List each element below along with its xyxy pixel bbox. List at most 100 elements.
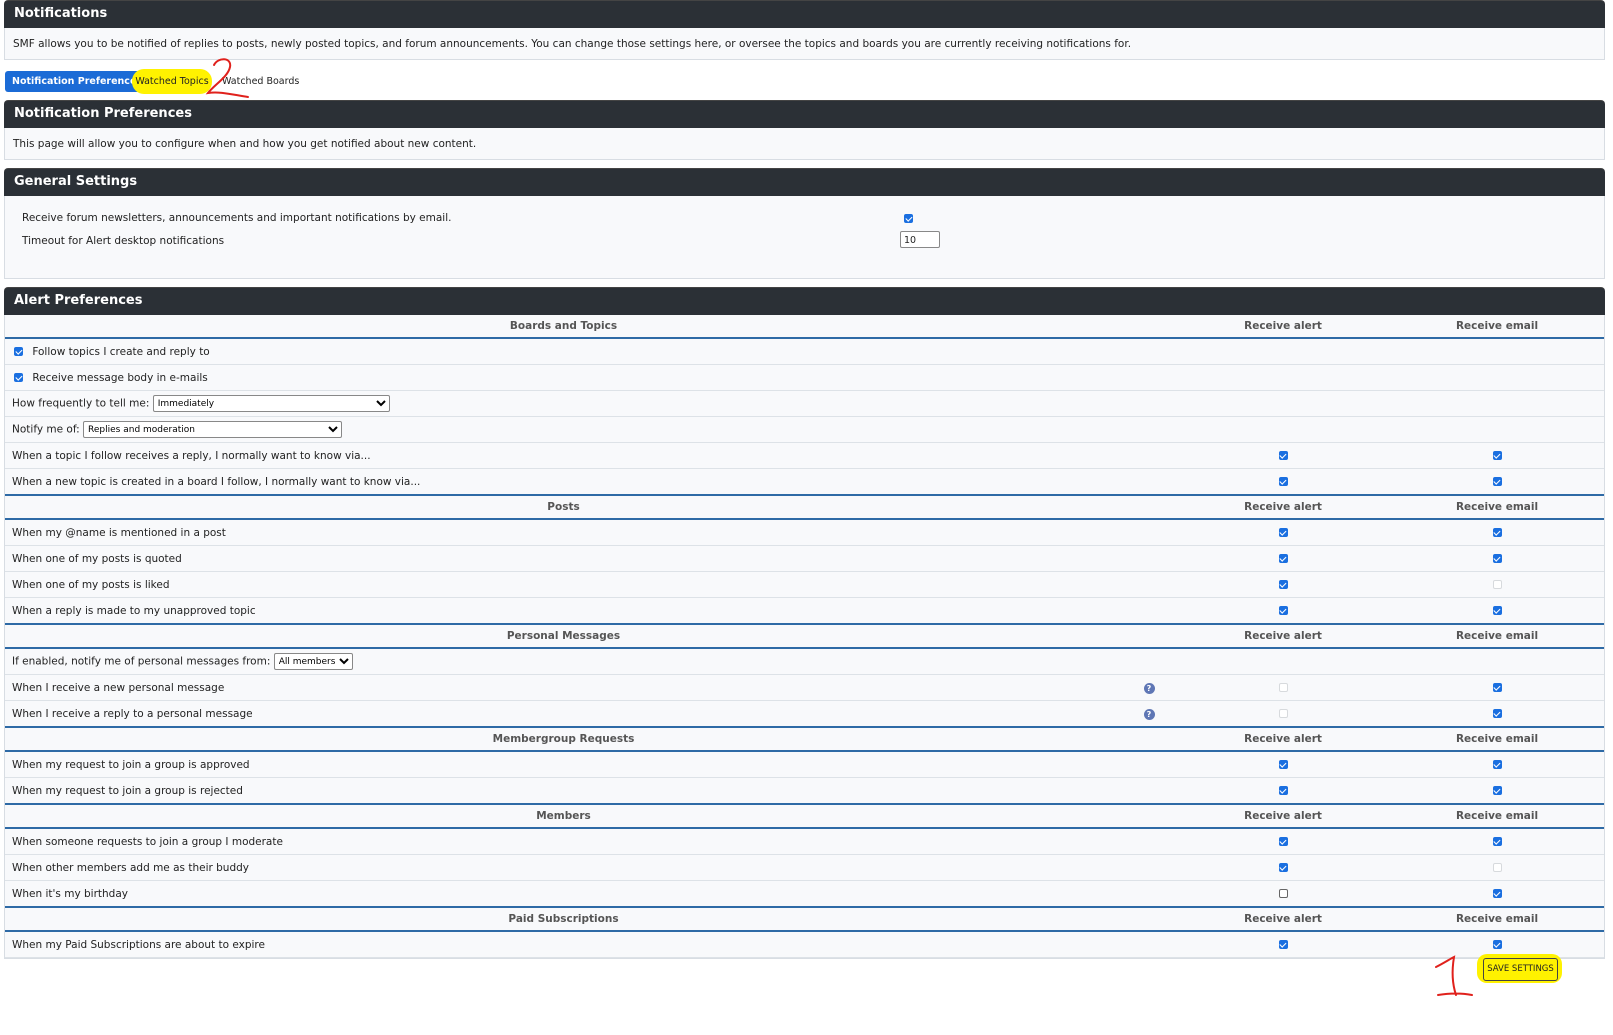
save-settings-button[interactable]: SAVE SETTINGS <box>1483 958 1558 981</box>
alert-preferences-panel: Boards and Topics Receive alert Receive … <box>4 315 1605 959</box>
section-title: Paid Subscriptions <box>5 906 1122 932</box>
col-receive-email: Receive email <box>1390 494 1604 520</box>
tab-notification-preferences[interactable]: Notification Preferences <box>5 71 150 92</box>
col-receive-alert: Receive alert <box>1176 726 1390 752</box>
col-receive-email: Receive email <box>1390 623 1604 649</box>
col-receive-email: Receive email <box>1390 906 1604 932</box>
message-body-label: Receive message body in e-mails <box>32 371 208 384</box>
general-settings-header: General Settings <box>4 168 1605 196</box>
col-receive-alert: Receive alert <box>1176 494 1390 520</box>
section-header-personal-messages: Personal Messages Receive alert Receive … <box>5 623 1604 649</box>
receive-email-checkbox[interactable] <box>1492 760 1502 769</box>
receive-alert-checkbox[interactable] <box>1278 863 1288 872</box>
list-item: Follow topics I create and reply to <box>5 338 1604 365</box>
newsletter-checkbox[interactable] <box>904 214 913 223</box>
row-label: When a reply is made to my unapproved to… <box>5 597 1122 625</box>
follow-topics-checkbox[interactable] <box>14 347 23 356</box>
receive-alert-checkbox[interactable] <box>1278 451 1288 460</box>
receive-alert-checkbox[interactable] <box>1278 760 1288 769</box>
row-label: When one of my posts is liked <box>5 571 1122 598</box>
receive-email-checkbox[interactable] <box>1492 709 1502 718</box>
col-receive-alert: Receive alert <box>1176 803 1390 829</box>
table-row: When I receive a reply to a personal mes… <box>5 700 1604 728</box>
receive-email-checkbox[interactable] <box>1492 837 1502 846</box>
receive-email-checkbox <box>1492 580 1502 589</box>
receive-email-checkbox[interactable] <box>1492 940 1502 949</box>
receive-alert-checkbox[interactable] <box>1278 940 1288 949</box>
timeout-label: Timeout for Alert desktop notifications <box>22 235 225 247</box>
receive-email-checkbox[interactable] <box>1492 528 1502 537</box>
col-receive-email: Receive email <box>1390 726 1604 752</box>
table-row: When someone requests to join a group I … <box>5 828 1604 855</box>
receive-alert-checkbox[interactable] <box>1278 786 1288 795</box>
section-header-members: Members Receive alert Receive email <box>5 803 1604 829</box>
row-label: When I receive a new personal message <box>5 674 1122 701</box>
help-icon[interactable]: ? <box>1143 682 1155 694</box>
alert-preferences-header: Alert Preferences <box>4 287 1605 315</box>
table-row: When a new topic is created in a board I… <box>5 468 1604 496</box>
table-row: When one of my posts is quoted <box>5 545 1604 572</box>
row-label: When a new topic is created in a board I… <box>5 468 1122 496</box>
help-icon[interactable]: ? <box>1143 708 1155 720</box>
table-row: When it's my birthday <box>5 880 1604 908</box>
receive-alert-checkbox <box>1278 709 1288 718</box>
receive-email-checkbox[interactable] <box>1492 554 1502 563</box>
section-title: Boards and Topics <box>5 315 1122 339</box>
newsletter-label: Receive forum newsletters, announcements… <box>22 212 452 224</box>
section-header-boards-topics: Boards and Topics Receive alert Receive … <box>5 315 1604 339</box>
receive-email-checkbox[interactable] <box>1492 477 1502 486</box>
frequency-label: How frequently to tell me: <box>12 397 150 410</box>
annotation-two <box>205 58 249 98</box>
section-header-posts: Posts Receive alert Receive email <box>5 494 1604 520</box>
receive-alert-checkbox[interactable] <box>1278 606 1288 615</box>
col-receive-alert: Receive alert <box>1176 906 1390 932</box>
receive-email-checkbox[interactable] <box>1492 606 1502 615</box>
notify-me-of-label: Notify me of: <box>12 423 80 436</box>
table-row: When I receive a new personal message? <box>5 674 1604 701</box>
row-label: When someone requests to join a group I … <box>5 828 1122 855</box>
row-label: When my Paid Subscriptions are about to … <box>5 931 1122 958</box>
message-body-checkbox[interactable] <box>14 373 23 382</box>
section-title: Posts <box>5 494 1122 520</box>
receive-alert-checkbox[interactable] <box>1278 554 1288 563</box>
frequency-select[interactable]: Immediately <box>152 395 390 412</box>
row-label: When my @name is mentioned in a post <box>5 519 1122 546</box>
col-receive-alert: Receive alert <box>1176 315 1390 339</box>
table-row: When one of my posts is liked <box>5 571 1604 598</box>
col-receive-alert: Receive alert <box>1176 623 1390 649</box>
receive-alert-checkbox[interactable] <box>1278 528 1288 537</box>
pm-from-label: If enabled, notify me of personal messag… <box>12 655 271 668</box>
pm-from-select[interactable]: All members <box>273 653 353 670</box>
section-title: Members <box>5 803 1122 829</box>
row-label: When one of my posts is quoted <box>5 545 1122 572</box>
notify-me-of-select[interactable]: Replies and moderation <box>83 421 343 438</box>
row-label: When it's my birthday <box>5 880 1122 908</box>
receive-alert-checkbox[interactable] <box>1278 837 1288 846</box>
row-label: When my request to join a group is appro… <box>5 751 1122 778</box>
row-label: When my request to join a group is rejec… <box>5 777 1122 805</box>
receive-email-checkbox[interactable] <box>1492 451 1502 460</box>
receive-alert-checkbox[interactable] <box>1278 580 1288 589</box>
list-item: If enabled, notify me of personal messag… <box>5 648 1604 675</box>
table-row: When my @name is mentioned in a post <box>5 519 1604 546</box>
table-row: When my request to join a group is rejec… <box>5 777 1604 805</box>
receive-alert-checkbox[interactable] <box>1278 477 1288 486</box>
list-item: Receive message body in e-mails <box>5 364 1604 391</box>
receive-alert-checkbox[interactable] <box>1278 889 1288 898</box>
receive-email-checkbox[interactable] <box>1492 889 1502 898</box>
receive-alert-checkbox <box>1278 683 1288 692</box>
notification-preferences-description: This page will allow you to configure wh… <box>4 128 1605 160</box>
table-row: When my request to join a group is appro… <box>5 751 1604 778</box>
table-row: When a reply is made to my unapproved to… <box>5 597 1604 625</box>
annotation-one <box>1435 955 1473 996</box>
notifications-header: Notifications <box>4 0 1605 28</box>
table-row: When other members add me as their buddy <box>5 854 1604 881</box>
receive-email-checkbox[interactable] <box>1492 683 1502 692</box>
receive-email-checkbox <box>1492 863 1502 872</box>
row-label: When other members add me as their buddy <box>5 854 1122 881</box>
row-label: When I receive a reply to a personal mes… <box>5 700 1122 728</box>
receive-email-checkbox[interactable] <box>1492 786 1502 795</box>
timeout-input[interactable]: 10 <box>900 231 940 248</box>
section-title: Membergroup Requests <box>5 726 1122 752</box>
col-receive-email: Receive email <box>1390 315 1604 339</box>
